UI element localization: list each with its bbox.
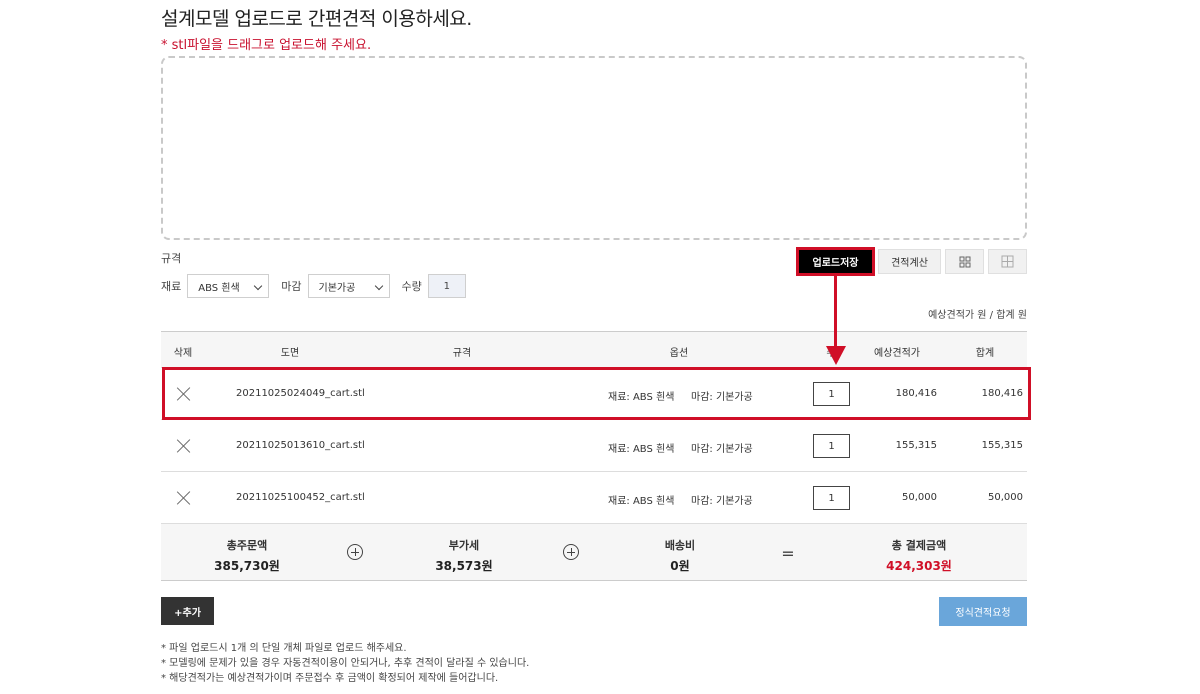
material-option: 재료: ABS 흰색	[608, 392, 675, 403]
close-icon[interactable]	[177, 439, 191, 453]
shipping-total: 배송비 0원	[665, 537, 695, 574]
row-quantity-input[interactable]: 1	[813, 382, 850, 406]
order-total-label: 총주문액	[226, 539, 268, 552]
formal-quote-request-button[interactable]: 정식견적요청	[939, 597, 1027, 626]
finish-select[interactable]: 기본가공	[307, 274, 390, 298]
material-select-value: ABS 흰색	[198, 282, 240, 294]
finish-select-value: 기본가공	[318, 282, 356, 294]
file-name: 20211025100452_cart.stl	[236, 492, 365, 503]
file-name: 20211025024049_cart.stl	[236, 388, 365, 399]
row-estimate: 155,315	[895, 440, 937, 451]
chevron-down-icon	[254, 281, 263, 291]
add-button[interactable]: +추가	[161, 597, 214, 625]
notes: * 파일 업로드시 1개 의 단일 개체 파일로 업로드 해주세요. * 모델링…	[161, 641, 529, 686]
vat-value: 38,573원	[435, 559, 493, 573]
header-drawing: 도면	[280, 348, 300, 359]
note-item: * 모델링에 문제가 있을 경우 자동견적이용이 안되거나, 추후 견적이 달라…	[161, 658, 530, 669]
cart-table: 삭제 도면 규격 옵션 수 예상견적가 합계 20211025024049_ca…	[161, 331, 1027, 524]
row-total: 180,416	[981, 388, 1023, 399]
grand-total-value: 424,303원	[886, 559, 952, 573]
table-row: 20211025100452_cart.stl 재료: ABS 흰색 마감: 기…	[161, 472, 1027, 524]
row-total: 155,315	[981, 440, 1023, 451]
estimate-summary: 예상견적가 원 / 합계 원	[928, 310, 1027, 321]
row-estimate: 180,416	[895, 388, 937, 399]
material-select[interactable]: ABS 흰색	[187, 274, 270, 298]
quantity-label: 수량	[401, 280, 422, 293]
note-item: * 파일 업로드시 1개 의 단일 개체 파일로 업로드 해주세요.	[161, 643, 407, 654]
material-option: 재료: ABS 흰색	[608, 444, 675, 455]
close-icon[interactable]	[177, 387, 191, 401]
chevron-down-icon	[374, 281, 383, 291]
plus-circle-icon	[347, 544, 363, 560]
grand-total-label: 총 결제금액	[891, 539, 947, 552]
annotation-arrow-line	[834, 276, 837, 348]
header-delete: 삭제	[173, 348, 193, 359]
upload-instruction: * stl파일을 드래그로 업로드해 주세요.	[161, 38, 372, 53]
order-total-value: 385,730원	[214, 559, 280, 573]
vat-label: 부가세	[448, 539, 480, 552]
row-quantity-input[interactable]: 1	[813, 434, 850, 458]
finish-option: 마감: 기본가공	[691, 444, 753, 455]
material-label: 재료	[161, 280, 182, 293]
finish-option: 마감: 기본가공	[691, 392, 753, 403]
plus-circle-icon	[563, 544, 579, 560]
header-total: 합계	[975, 348, 995, 359]
split-view-button[interactable]	[988, 249, 1027, 274]
shipping-value: 0원	[670, 559, 690, 573]
row-estimate: 50,000	[902, 492, 937, 503]
vat-total: 부가세 38,573원	[435, 537, 492, 574]
grand-total: 총 결제금액 424,303원	[886, 537, 952, 574]
split-grid-icon	[1001, 255, 1014, 268]
upload-save-button[interactable]: 업로드저장	[796, 247, 875, 276]
estimate-calc-button[interactable]: 견적계산	[878, 249, 941, 274]
close-icon[interactable]	[177, 491, 191, 505]
arrow-down-icon	[826, 346, 846, 365]
note-item: * 해당견적가는 예상견적가이며 주문접수 후 금액이 확정되어 제작에 들어갑…	[161, 673, 499, 684]
header-spec: 규격	[452, 348, 472, 359]
file-name: 20211025013610_cart.stl	[236, 440, 365, 451]
totals-bar: 총주문액 385,730원 부가세 38,573원 배송비 0원 = 총 결제금…	[161, 524, 1027, 581]
material-option: 재료: ABS 흰색	[608, 496, 675, 507]
spec-options: 재료 ABS 흰색 마감 기본가공 수량 1	[161, 274, 466, 298]
table-row: 20211025013610_cart.stl 재료: ABS 흰색 마감: 기…	[161, 420, 1027, 472]
grid-icon	[959, 256, 970, 267]
page-title: 설계모델 업로드로 간편견적 이용하세요.	[161, 8, 472, 30]
table-row: 20211025024049_cart.stl 재료: ABS 흰색 마감: 기…	[161, 368, 1027, 420]
header-options: 옵션	[669, 348, 689, 359]
spec-label: 규격	[161, 252, 182, 265]
shipping-label: 배송비	[664, 539, 696, 552]
finish-option: 마감: 기본가공	[691, 496, 753, 507]
grid-view-button[interactable]	[945, 249, 984, 274]
row-quantity-input[interactable]: 1	[813, 486, 850, 510]
equals-icon: =	[781, 544, 795, 563]
order-total: 총주문액 385,730원	[214, 537, 280, 574]
quantity-input[interactable]: 1	[427, 274, 466, 298]
stl-dropzone[interactable]	[161, 56, 1027, 240]
finish-label: 마감	[281, 280, 302, 293]
row-total: 50,000	[988, 492, 1023, 503]
header-estimate: 예상견적가	[874, 348, 920, 359]
table-header: 삭제 도면 규격 옵션 수 예상견적가 합계	[161, 331, 1027, 368]
